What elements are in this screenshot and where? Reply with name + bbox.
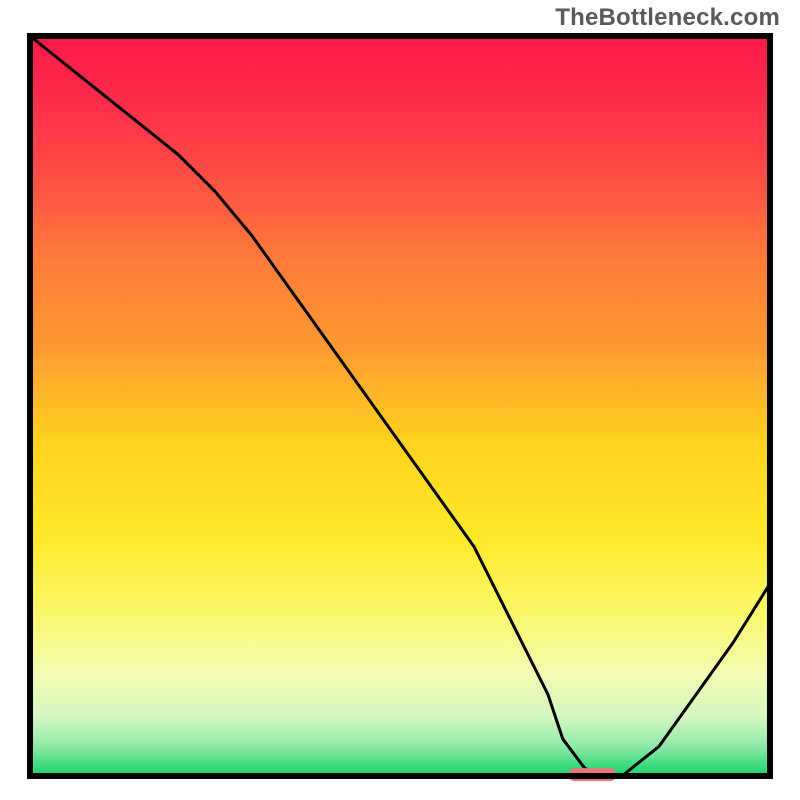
plot-background — [30, 36, 770, 776]
chart-container: TheBottleneck.com — [0, 0, 800, 800]
bottleneck-chart — [0, 0, 800, 800]
